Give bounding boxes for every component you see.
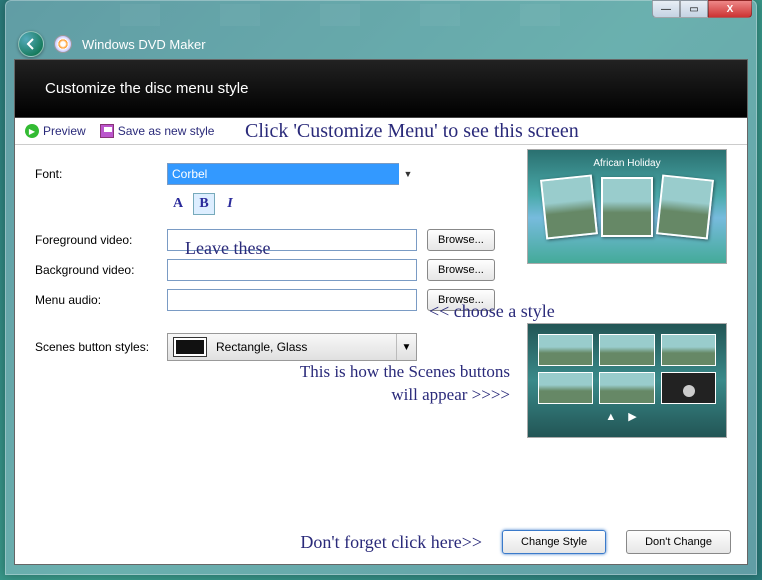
change-style-button[interactable]: Change Style xyxy=(502,530,606,554)
menu-preview: African Holiday xyxy=(527,149,727,264)
scene-thumb xyxy=(538,334,593,366)
annotation-scenes: This is how the Scenes buttons will appe… xyxy=(210,361,510,407)
scene-thumb xyxy=(599,372,654,404)
font-normal-button[interactable]: A xyxy=(167,193,189,215)
save-icon xyxy=(100,124,114,138)
content-frame: Customize the disc menu style ▶ Preview … xyxy=(14,59,748,565)
audio-label: Menu audio: xyxy=(35,293,167,307)
font-select[interactable] xyxy=(167,163,417,185)
scenes-style-value: Rectangle, Glass xyxy=(212,340,396,354)
form-area: Font: ▼ A B I Foreground video: Browse..… xyxy=(15,145,747,387)
font-bold-button[interactable]: B xyxy=(193,193,215,215)
preview-label: Preview xyxy=(43,124,86,138)
fg-video-label: Foreground video: xyxy=(35,233,167,247)
bg-video-browse-button[interactable]: Browse... xyxy=(427,259,495,281)
scene-thumb xyxy=(661,372,716,404)
preview-thumb xyxy=(540,174,598,239)
app-title: Windows DVD Maker xyxy=(82,37,206,52)
play-icon: ▶ xyxy=(25,124,39,138)
titlebar: — ▭ X xyxy=(6,1,756,29)
bg-video-input[interactable] xyxy=(167,259,417,281)
navbar: Windows DVD Maker xyxy=(6,29,756,59)
save-label: Save as new style xyxy=(118,124,215,138)
preview-thumb xyxy=(601,177,653,237)
scenes-label: Scenes button styles: xyxy=(35,340,167,354)
annotation-footer: Don't forget click here>> xyxy=(300,532,482,553)
font-label: Font: xyxy=(35,167,167,181)
scenes-preview: ▲▶ xyxy=(527,323,727,438)
toolbar: ▶ Preview Save as new style Click 'Custo… xyxy=(15,118,747,145)
annotation-top: Click 'Customize Menu' to see this scree… xyxy=(245,120,579,143)
scene-thumb xyxy=(599,334,654,366)
scene-thumb xyxy=(538,372,593,404)
scene-thumb xyxy=(661,334,716,366)
font-italic-button[interactable]: I xyxy=(219,193,241,215)
maximize-button[interactable]: ▭ xyxy=(680,0,708,18)
font-dropdown-arrow[interactable]: ▼ xyxy=(399,163,417,185)
preview-thumb xyxy=(656,174,714,239)
audio-input[interactable] xyxy=(167,289,417,311)
preview-button[interactable]: ▶ Preview xyxy=(25,124,86,138)
app-window: — ▭ X Windows DVD Maker Customize the di… xyxy=(5,0,757,575)
back-button[interactable] xyxy=(18,31,44,57)
scenes-swatch-icon xyxy=(174,338,206,356)
footer: Don't forget click here>> Change Style D… xyxy=(300,530,731,554)
annotation-choose: << choose a style xyxy=(429,301,555,322)
scene-nav-arrows: ▲▶ xyxy=(538,410,716,423)
fg-video-browse-button[interactable]: Browse... xyxy=(427,229,495,251)
dvd-icon xyxy=(54,35,72,53)
page-title: Customize the disc menu style xyxy=(15,60,747,118)
scenes-style-select[interactable]: Rectangle, Glass ▼ xyxy=(167,333,417,361)
menu-preview-title: African Holiday xyxy=(536,158,718,169)
bg-video-label: Background video: xyxy=(35,263,167,277)
chevron-down-icon: ▼ xyxy=(396,334,416,360)
close-button[interactable]: X xyxy=(708,0,752,18)
window-controls: — ▭ X xyxy=(652,0,752,18)
minimize-button[interactable]: — xyxy=(652,0,680,18)
dont-change-button[interactable]: Don't Change xyxy=(626,530,731,554)
save-style-button[interactable]: Save as new style xyxy=(100,124,215,138)
fg-video-input[interactable] xyxy=(167,229,417,251)
